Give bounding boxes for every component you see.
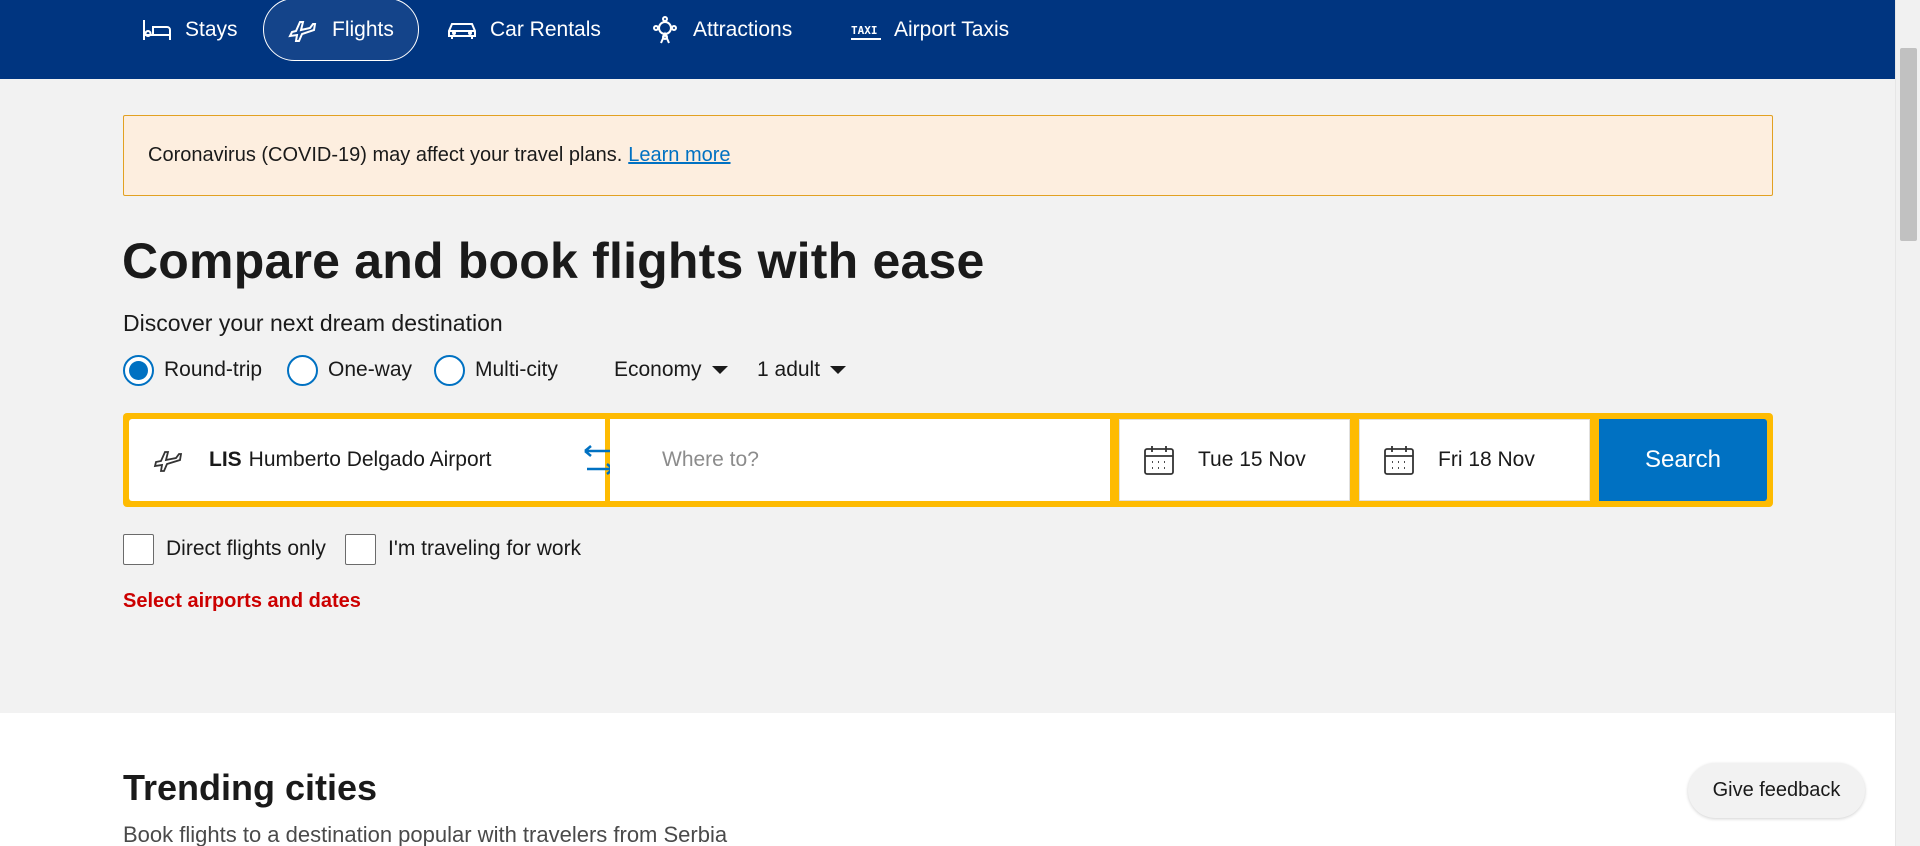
plane-icon [288, 20, 317, 42]
nav-label-flights: Flights [332, 17, 394, 41]
chevron-down-icon [711, 366, 728, 374]
nav-item-stays[interactable]: Stays [141, 0, 238, 60]
page-scrollbar[interactable] [1895, 0, 1920, 846]
trending-title: Trending cities [123, 767, 378, 808]
direct-flights-label: Direct flights only [166, 537, 326, 560]
plane-icon [153, 451, 183, 472]
radio-one-way[interactable]: One-way [287, 354, 412, 386]
passengers-dropdown[interactable]: 1 adult [757, 354, 847, 386]
taxi-icon: TAXI [851, 24, 881, 40]
nav-label-airport-taxis: Airport Taxis [894, 18, 1010, 41]
work-travel-label: I'm traveling for work [388, 537, 582, 560]
nav-label-attractions: Attractions [693, 18, 793, 41]
origin-input[interactable]: LIS Humberto Delgado Airport [129, 419, 605, 501]
validation-error: Select airports and dates [123, 590, 361, 612]
calendar-icon [1144, 446, 1174, 475]
radio-multi-city-control[interactable] [434, 354, 465, 386]
direct-flights-box[interactable] [123, 533, 154, 565]
cabin-class-dropdown[interactable]: Economy [614, 354, 728, 386]
chevron-down-icon [830, 366, 847, 374]
radio-one-way-label: One-way [328, 358, 413, 381]
page-subtitle: Discover your next dream destination [123, 310, 503, 336]
destination-placeholder: Where to? [662, 448, 759, 471]
work-travel-checkbox[interactable]: I'm traveling for work [345, 533, 581, 565]
car-icon [448, 23, 476, 39]
radio-one-way-control[interactable] [287, 354, 318, 386]
nav-item-car-rentals[interactable]: Car Rentals [446, 0, 601, 60]
covid-alert: Coronavirus (COVID-19) may affect your t… [123, 115, 1773, 196]
origin-code: LIS [209, 448, 242, 471]
destination-input[interactable]: Where to? [610, 419, 1110, 501]
nav-item-flights[interactable]: Flights [263, 0, 419, 61]
calendar-icon [1384, 446, 1414, 475]
nav-label-car-rentals: Car Rentals [490, 18, 601, 41]
return-date-field[interactable]: Fri 18 Nov [1359, 419, 1590, 501]
radio-multi-city-label: Multi-city [475, 358, 558, 381]
scrollbar-thumb[interactable] [1900, 48, 1917, 241]
depart-date-field[interactable]: Tue 15 Nov [1119, 419, 1350, 501]
attractions-icon [653, 16, 677, 44]
flight-search-bar: LIS Humberto Delgado Airport Where to? T… [123, 413, 1773, 507]
svg-text:TAXI: TAXI [851, 24, 878, 37]
origin-airport-name: Humberto Delgado Airport [248, 448, 492, 471]
direct-flights-checkbox[interactable]: Direct flights only [123, 533, 326, 565]
passengers-value: 1 adult [757, 358, 821, 381]
radio-round-trip[interactable]: Round-trip [123, 354, 262, 386]
learn-more-link[interactable]: Learn more [628, 144, 730, 167]
depart-date: Tue 15 Nov [1198, 448, 1306, 471]
page-title: Compare and book flights with ease [122, 233, 985, 289]
give-feedback-button[interactable]: Give feedback [1688, 763, 1865, 818]
top-nav: Stays Flights Car Rentals Attractions TA… [0, 0, 1895, 79]
nav-item-attractions[interactable]: Attractions [649, 0, 792, 60]
work-travel-box[interactable] [345, 533, 376, 565]
cabin-class-value: Economy [614, 358, 702, 381]
alert-text: Coronavirus (COVID-19) may affect your t… [148, 144, 623, 166]
nav-item-airport-taxis[interactable]: TAXI Airport Taxis [850, 0, 1009, 60]
radio-round-trip-control[interactable] [123, 354, 154, 386]
nav-label-stays: Stays [185, 18, 238, 41]
radio-round-trip-label: Round-trip [164, 358, 263, 381]
return-date: Fri 18 Nov [1438, 448, 1535, 471]
radio-multi-city[interactable]: Multi-city [434, 354, 558, 386]
bed-icon [143, 20, 171, 40]
trending-subtitle: Book flights to a destination popular wi… [123, 822, 728, 846]
search-button[interactable]: Search [1599, 419, 1767, 501]
